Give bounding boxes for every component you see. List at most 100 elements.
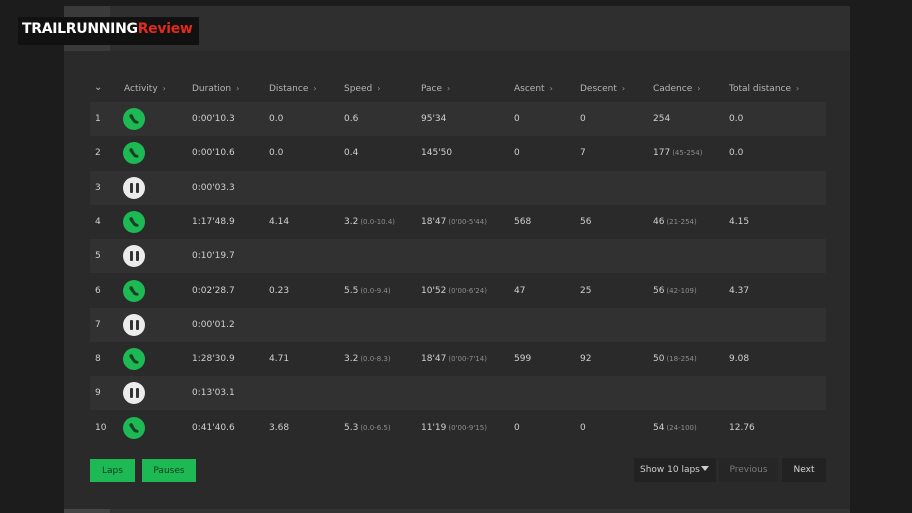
speed-cell: 0.6 [344,114,358,124]
lap-number-value: 7 [95,320,101,330]
distance-cell-value: 3.68 [269,423,290,433]
column-header-duration[interactable]: Duration › [192,84,239,94]
pause-icon [123,177,145,199]
lap-number: 2 [95,148,101,158]
table-row[interactable]: 5 0:10'19.7 [90,239,826,273]
page-size-select[interactable]: Show 10 laps [634,458,716,482]
pace-cell: 145'50 [421,148,452,158]
table-row[interactable]: 4 1:17'48.9 4.14 3.2 (0.0-10.4) 18'47 (0'00-5'… [90,205,826,239]
lap-number-value: 4 [95,217,101,227]
column-header-ascent[interactable]: Ascent › [514,84,553,94]
pace-cell-range: (0'00-6'24) [448,287,487,295]
total-distance-cell-value: 0.0 [729,114,744,124]
speed-cell: 0.4 [344,148,358,158]
speed-cell: 5.5 (0.0-9.4) [344,286,391,296]
chevron-down-icon[interactable]: ⌄ [94,82,102,93]
duration-cell-value: 1:17'48.9 [192,217,235,227]
total-distance-cell: 4.15 [729,217,749,227]
panel-footer [64,509,850,513]
total-distance-cell-value: 4.15 [729,217,750,227]
descent-cell-value: 0 [580,114,586,124]
column-header-label: Distance [269,84,309,94]
chevron-right-icon: › [796,84,800,93]
cadence-cell-range: (45-254) [672,149,703,157]
distance-cell: 0.0 [269,148,283,158]
ascent-cell: 0 [514,114,520,124]
duration-cell-value: 0:41'40.6 [192,423,235,433]
column-header-descent[interactable]: Descent › [580,84,625,94]
table-row[interactable]: 6 0:02'28.7 0.23 5.5 (0.0-9.4) 10'52 (0'00-6'2… [90,274,826,308]
descent-cell-value: 92 [580,354,592,364]
speed-cell-value: 3.2 [344,217,359,227]
pace-cell: 18'47 (0'00-7'14) [421,354,487,364]
running-shoe-icon [123,417,145,439]
pace-cell-value: 10'52 [421,286,447,296]
table-row[interactable]: 2 0:00'10.6 0.0 0.4 145'50 0 7 177 (45-254) 0.0 [90,136,826,170]
duration-cell-value: 0:02'28.7 [192,286,235,296]
next-page-button[interactable]: Next [782,458,826,482]
column-header-distance[interactable]: Distance › [269,84,317,94]
table-row[interactable]: 1 0:00'10.3 0.0 0.6 95'34 0 0 254 0.0 [90,102,826,136]
pauses-filter-button[interactable]: Pauses [142,459,196,482]
cadence-cell: 50 (18-254) [653,354,697,364]
pause-icon [123,382,145,404]
descent-cell: 7 [580,148,586,158]
table-row[interactable]: 10 0:41'40.6 3.68 5.3 (0.0-6.5) 11'19 (0'00-9'… [90,411,826,445]
table-row[interactable]: 8 1:28'30.9 4.71 3.2 (0.0-8.3) 18'47 (0'00-7'1… [90,342,826,376]
total-distance-cell-value: 4.37 [729,286,750,296]
cadence-cell-value: 177 [653,148,671,158]
column-header-label: Descent [580,84,617,94]
chevron-right-icon: › [162,84,166,93]
ascent-cell-value: 47 [514,286,526,296]
speed-cell: 5.3 (0.0-6.5) [344,423,391,433]
duration-cell: 0:00'03.3 [192,183,235,193]
trailrunning-review-logo: TRAILRUNNINGReview [18,17,199,45]
distance-cell: 0.23 [269,286,289,296]
distance-cell-value: 0.23 [269,286,290,296]
total-distance-cell: 0.0 [729,148,743,158]
pace-cell-value: 18'47 [421,354,447,364]
logo-part-1: TRAILRUNNING [22,21,138,37]
ascent-cell: 0 [514,423,520,433]
column-header-label: Activity [124,84,158,94]
descent-cell: 0 [580,423,586,433]
duration-cell: 1:28'30.9 [192,354,235,364]
lap-number-value: 3 [95,183,101,193]
laps-filter-button[interactable]: Laps [90,459,135,482]
total-distance-cell-value: 12.76 [729,423,755,433]
ascent-cell: 568 [514,217,531,227]
table-row[interactable]: 3 0:00'03.3 [90,171,826,205]
column-header-total-distance[interactable]: Total distance › [729,84,799,94]
chevron-right-icon: › [549,84,553,93]
cadence-cell: 54 (24-100) [653,423,697,433]
chevron-right-icon: › [697,84,701,93]
lap-number-value: 6 [95,286,101,296]
column-header-speed[interactable]: Speed › [344,84,380,94]
running-shoe-icon [123,211,145,233]
lap-number-value: 8 [95,354,101,364]
previous-page-button[interactable]: Previous [719,458,778,482]
cadence-cell-range: (42-109) [666,287,697,295]
ascent-cell-value: 568 [514,217,532,227]
speed-cell-range: (0.0-6.5) [360,424,391,432]
column-header-cadence[interactable]: Cadence › [653,84,700,94]
column-header-activity[interactable]: Activity › [124,84,166,94]
duration-cell-value: 0:00'10.3 [192,114,235,124]
column-header-pace[interactable]: Pace › [421,84,450,94]
cadence-cell-range: (24-100) [666,424,697,432]
table-row[interactable]: 9 0:13'03.1 [90,376,826,410]
pace-cell: 11'19 (0'00-9'15) [421,423,487,433]
chevron-right-icon: › [236,84,240,93]
speed-cell: 3.2 (0.0-8.3) [344,354,391,364]
cadence-cell-value: 46 [653,217,665,227]
lap-number-value: 2 [95,148,101,158]
pace-cell: 95'34 [421,114,446,124]
table-header: ⌄ Activity › Duration › Distance › Speed › Pace ›… [90,80,826,100]
distance-cell: 4.14 [269,217,289,227]
total-distance-cell: 12.76 [729,423,755,433]
chevron-right-icon: › [447,84,451,93]
pace-cell-value: 11'19 [421,423,447,433]
cadence-cell: 56 (42-109) [653,286,697,296]
table-row[interactable]: 7 0:00'01.2 [90,308,826,342]
caret-down-icon [701,466,709,471]
